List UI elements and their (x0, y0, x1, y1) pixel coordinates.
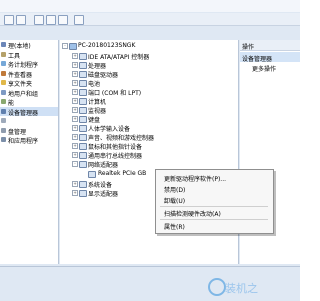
left-item-label: 和应用程序 (8, 138, 39, 145)
tree-item-label: Realtek PCIe GB (98, 170, 147, 177)
battery-icon (79, 79, 87, 87)
hid-icon (79, 124, 87, 132)
computer-icon (69, 42, 77, 50)
context-menu-uninstall[interactable]: 卸载(U) (164, 196, 185, 205)
left-item[interactable]: 务计划程序 (0, 59, 58, 69)
tree-item-label: 磁盘驱动器 (88, 72, 119, 79)
properties-button[interactable] (46, 15, 56, 25)
ide-icon (79, 52, 87, 60)
menu-bar (0, 0, 300, 12)
more-actions[interactable]: 更多操作 (240, 62, 300, 73)
toolbar (0, 13, 300, 26)
computer-icon (1, 42, 6, 47)
left-item[interactable]: 地用户和组 (0, 88, 58, 98)
left-item[interactable]: 件查看器 (0, 69, 58, 79)
shared-folder-icon (1, 80, 6, 85)
sound-icon (79, 133, 87, 141)
keyboard-icon (79, 115, 87, 123)
back-button[interactable] (4, 15, 14, 25)
expand-icon[interactable]: + (72, 190, 78, 196)
display-adapter-icon (79, 189, 87, 197)
collapse-icon[interactable]: - (72, 161, 78, 167)
collapse-icon[interactable]: - (62, 43, 68, 49)
expand-icon[interactable]: + (72, 89, 78, 95)
expand-icon[interactable]: + (72, 71, 78, 77)
actions-header: 操作 (240, 40, 300, 51)
left-item[interactable]: 理(本地) (0, 40, 58, 50)
tree-item-label: IDE ATA/ATAPI 控制器 (88, 54, 150, 61)
left-item[interactable] (0, 116, 58, 126)
disk-management-icon (1, 127, 6, 133)
expand-icon[interactable]: + (72, 80, 78, 86)
network-adapter-icon (88, 170, 96, 178)
expand-icon[interactable]: + (72, 125, 78, 131)
left-item[interactable]: 工具 (0, 50, 58, 60)
tree-item-label: 声音、视频和游戏控制器 (88, 135, 155, 142)
tree-item-label: 计算机 (88, 99, 107, 106)
expand-icon[interactable]: + (72, 107, 78, 113)
left-item[interactable]: 享文件夹 (0, 78, 58, 88)
scan-button[interactable] (74, 15, 84, 25)
port-icon (79, 88, 87, 96)
forward-button[interactable] (16, 15, 26, 25)
help-button[interactable] (58, 15, 68, 25)
device-manager-icon (1, 108, 6, 114)
system-device-icon (79, 180, 87, 188)
computer-icon (79, 97, 87, 105)
left-item-device-manager[interactable]: 设备管理器 (0, 106, 58, 117)
expand-icon[interactable]: + (72, 116, 78, 122)
tree-item-label: 键盘 (88, 117, 101, 124)
users-icon (1, 89, 6, 95)
services-icon (1, 137, 6, 142)
tree-item-label: 端口 (COM 和 LPT) (88, 90, 142, 97)
left-item[interactable]: 和应用程序 (0, 135, 58, 145)
watermark-text: 装机之 (225, 282, 258, 295)
tree-root-label: PC-20180123SNGK (78, 42, 136, 49)
context-menu-scan[interactable]: 扫描检测硬件改动(A) (164, 209, 221, 218)
context-menu-disable[interactable]: 禁用(D) (164, 185, 185, 194)
expand-icon[interactable]: + (72, 53, 78, 59)
context-menu-properties[interactable]: 属性(R) (164, 222, 185, 231)
expand-icon[interactable]: + (72, 143, 78, 149)
left-item[interactable]: 能 (0, 97, 58, 107)
tree-item-label: 电池 (88, 81, 101, 88)
usb-icon (79, 151, 87, 159)
tree-item-label: 网络适配器 (88, 162, 119, 169)
context-menu-update-driver[interactable]: 更新驱动程序软件(P)... (164, 174, 226, 183)
up-button[interactable] (34, 15, 44, 25)
tree-item-label: 监视器 (88, 108, 107, 115)
tree-item-label: 系统设备 (88, 182, 113, 189)
monitor-icon (79, 106, 87, 114)
expand-icon[interactable]: + (72, 62, 78, 68)
watermark-logo-icon (208, 278, 226, 296)
expand-icon[interactable]: + (72, 134, 78, 140)
more-actions-label: 更多操作 (252, 66, 277, 73)
left-item[interactable]: 盘管理 (0, 126, 58, 136)
event-viewer-icon (1, 70, 6, 76)
watermark: 装机之 (208, 278, 294, 296)
tree-item-label: 处理器 (88, 63, 107, 70)
tree-item-label: 人体学输入设备 (88, 126, 131, 133)
tree-item-label: 通用串行总线控制器 (88, 153, 143, 160)
scheduler-icon (1, 61, 6, 66)
tree-item-label: 显示适配器 (88, 191, 119, 198)
expand-icon[interactable]: + (72, 98, 78, 104)
storage-icon (1, 118, 6, 123)
context-menu-divider (160, 206, 268, 207)
mmc-window: 理(本地) 工具 务计划程序 件查看器 享文件夹 地用户和组 能 设备管理器 盘… (0, 0, 300, 301)
actions-selected-item[interactable]: 设备管理器 (240, 52, 300, 63)
tree-item-label: 鼠标和其他指针设备 (88, 144, 143, 151)
network-icon (79, 160, 87, 168)
mouse-icon (79, 142, 87, 150)
expand-icon[interactable]: + (72, 181, 78, 187)
performance-icon (1, 99, 6, 104)
expand-icon[interactable]: + (72, 152, 78, 158)
context-menu-divider (160, 219, 268, 220)
context-menu: 更新驱动程序软件(P)... 禁用(D) 卸载(U) 扫描检测硬件改动(A) 属… (155, 169, 274, 234)
cpu-icon (79, 61, 87, 69)
disk-icon (79, 70, 87, 78)
tools-icon (1, 51, 6, 57)
left-navigation-pane: 理(本地) 工具 务计划程序 件查看器 享文件夹 地用户和组 能 设备管理器 盘… (0, 40, 59, 264)
actions-header-label: 操作 (242, 44, 255, 51)
